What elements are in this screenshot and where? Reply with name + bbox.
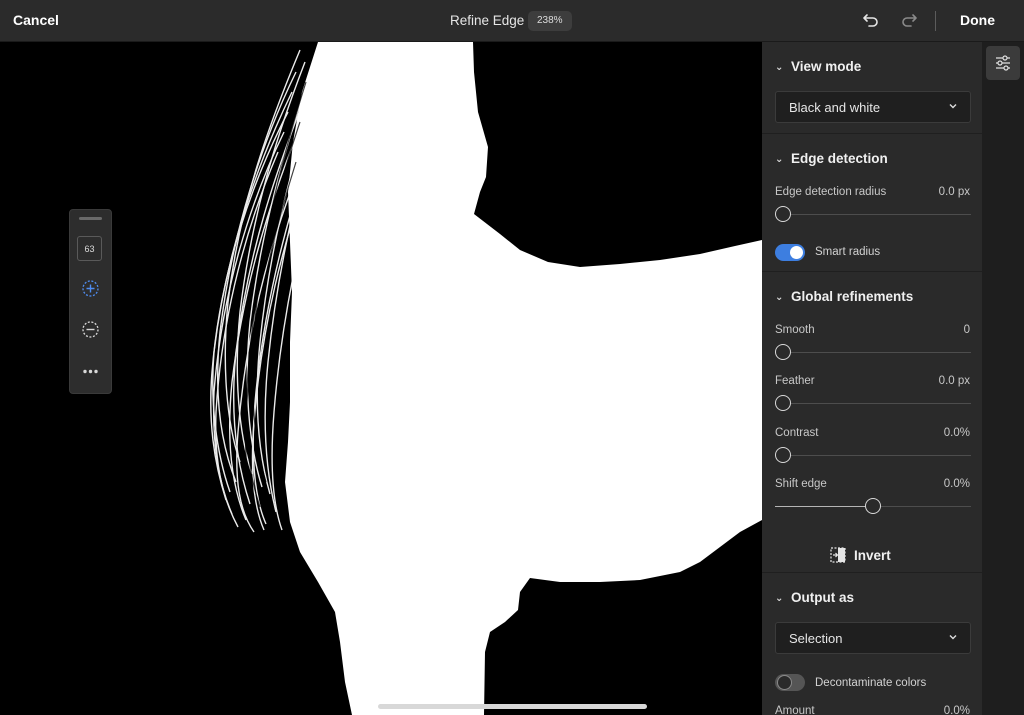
amount-value: 0.0% [943, 705, 970, 715]
output-select[interactable]: Selection [775, 622, 971, 654]
smooth-slider[interactable] [775, 344, 971, 360]
edge-radius-value: 0.0 px [938, 186, 970, 198]
toolbar-divider [935, 11, 936, 31]
decontaminate-toggle[interactable] [775, 674, 805, 691]
slider-thumb[interactable] [775, 206, 791, 222]
view-mode-select[interactable]: Black and white [775, 91, 971, 123]
feather-slider[interactable] [775, 395, 971, 411]
chevron-down-icon [949, 104, 957, 109]
output-value: Selection [789, 631, 843, 646]
section-view-mode-header[interactable]: ⌄ View mode [775, 59, 861, 74]
cancel-button[interactable]: Cancel [13, 12, 59, 28]
chevron-down-icon: ⌄ [775, 593, 784, 604]
brush-size-button[interactable]: 63 [77, 236, 102, 261]
divider [762, 271, 982, 272]
refine-edge-panel: ⌄ View mode Black and white ⌄ Edge detecti… [762, 42, 982, 715]
feather-value: 0.0 px [938, 375, 970, 387]
chevron-down-icon [949, 635, 957, 640]
amount-label: Amount [775, 705, 815, 715]
sliders-icon [996, 55, 1010, 71]
section-edge-detection-header[interactable]: ⌄ Edge detection [775, 151, 888, 166]
chevron-down-icon: ⌄ [775, 62, 784, 73]
contrast-label: Contrast [775, 427, 819, 439]
view-mode-value: Black and white [789, 100, 881, 115]
zoom-badge[interactable]: 238% [528, 11, 572, 31]
contrast-slider[interactable] [775, 447, 971, 463]
slider-thumb[interactable] [775, 395, 791, 411]
shift-edge-slider[interactable] [775, 498, 971, 514]
subtract-brush-icon[interactable] [81, 320, 100, 339]
invert-icon [830, 547, 846, 563]
side-rail [982, 42, 1024, 715]
decontaminate-label: Decontaminate colors [815, 677, 927, 689]
divider [762, 133, 982, 134]
slider-thumb[interactable] [775, 344, 791, 360]
shift-edge-label: Shift edge [775, 478, 827, 490]
done-button[interactable]: Done [960, 12, 995, 28]
undo-icon[interactable] [862, 11, 880, 29]
slider-thumb[interactable] [865, 498, 881, 514]
top-bar: Cancel Refine Edge 238% Done [0, 0, 1024, 42]
chevron-down-icon: ⌄ [775, 154, 784, 165]
smart-radius-label: Smart radius [815, 246, 881, 258]
slider-thumb[interactable] [775, 447, 791, 463]
mask-preview-image [0, 42, 762, 715]
invert-label: Invert [854, 547, 891, 563]
image-canvas[interactable] [0, 42, 762, 715]
brush-toolstrip: 63 [69, 209, 112, 394]
smart-radius-toggle[interactable] [775, 244, 805, 261]
invert-button[interactable]: Invert [830, 544, 891, 566]
section-output-header[interactable]: ⌄ Output as [775, 590, 854, 605]
shift-edge-value: 0.0% [943, 478, 970, 490]
redo-icon[interactable] [900, 11, 918, 29]
edge-radius-label: Edge detection radius [775, 186, 887, 198]
drag-handle[interactable] [79, 217, 102, 220]
adjustments-button[interactable] [986, 46, 1020, 80]
smooth-label: Smooth [775, 324, 815, 336]
chevron-down-icon: ⌄ [775, 292, 784, 303]
section-global-refinements-header[interactable]: ⌄ Global refinements [775, 289, 913, 304]
feather-label: Feather [775, 375, 815, 387]
contrast-value: 0.0% [943, 427, 970, 439]
more-icon[interactable] [81, 362, 100, 381]
home-indicator [378, 704, 647, 709]
edge-radius-slider[interactable] [775, 206, 971, 222]
divider [762, 572, 982, 573]
add-brush-icon[interactable] [81, 279, 100, 298]
page-title: Refine Edge [450, 13, 525, 28]
smooth-value: 0 [963, 324, 970, 336]
